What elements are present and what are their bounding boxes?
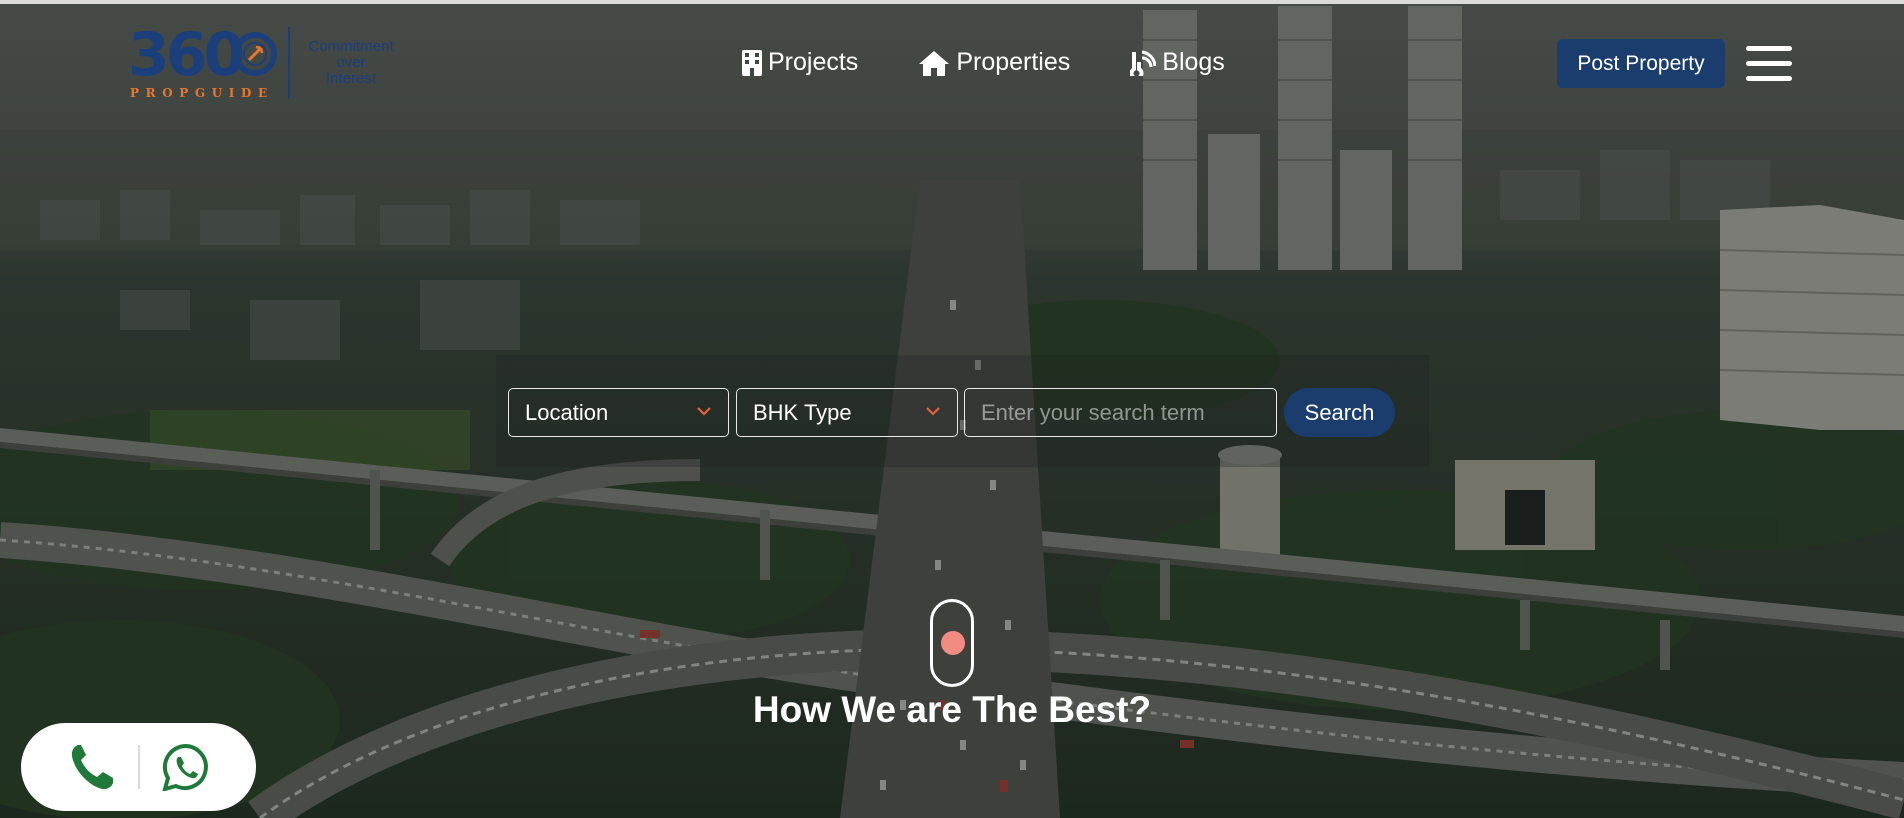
tagline-line: Commitment — [308, 38, 394, 55]
location-select-label: Location — [525, 399, 609, 425]
logo-mark: 360 PROPGUIDE — [128, 20, 280, 102]
nav-item-properties[interactable]: Properties — [918, 48, 1070, 77]
post-property-button[interactable]: Post Property — [1557, 39, 1725, 88]
nav-label: Blogs — [1162, 48, 1225, 76]
hamburger-menu-icon[interactable] — [1746, 46, 1792, 82]
nav-item-blogs[interactable]: Blogs — [1130, 48, 1225, 77]
bhk-select-label: BHK Type — [753, 399, 852, 425]
scroll-dot — [941, 631, 965, 655]
section-heading: How We are The Best? — [752, 689, 1152, 730]
contact-widget — [21, 723, 256, 811]
logo-number: 360 — [128, 20, 245, 90]
house-icon — [919, 50, 950, 76]
site-logo[interactable]: 360 PROPGUIDE Commitment over Interest — [128, 20, 404, 102]
contact-divider — [138, 745, 140, 789]
whatsapp-icon[interactable] — [162, 743, 210, 791]
scroll-indicator-icon[interactable] — [930, 599, 974, 687]
blog-icon — [1130, 50, 1157, 76]
phone-icon[interactable] — [69, 743, 115, 791]
logo-subtitle: PROPGUIDE — [130, 86, 274, 100]
nav-label: Projects — [768, 48, 859, 76]
bhk-type-select[interactable]: BHK Type — [736, 388, 958, 437]
logo-tagline: Commitment over Interest — [298, 39, 404, 87]
property-search-bar: Location BHK Type Search — [496, 355, 1429, 467]
building-icon — [742, 49, 762, 76]
location-select[interactable]: Location — [508, 388, 729, 437]
compass-icon — [233, 32, 277, 76]
logo-divider — [288, 27, 290, 99]
tagline-line: Interest — [325, 70, 377, 87]
chevron-down-icon — [926, 407, 940, 416]
search-input[interactable] — [964, 388, 1277, 437]
tagline-line: over — [336, 54, 366, 71]
main-nav: Projects Properties Blogs — [742, 48, 1225, 77]
nav-label: Properties — [956, 48, 1071, 76]
chevron-down-icon — [697, 407, 711, 416]
search-button[interactable]: Search — [1284, 388, 1395, 437]
nav-item-projects[interactable]: Projects — [742, 48, 858, 77]
